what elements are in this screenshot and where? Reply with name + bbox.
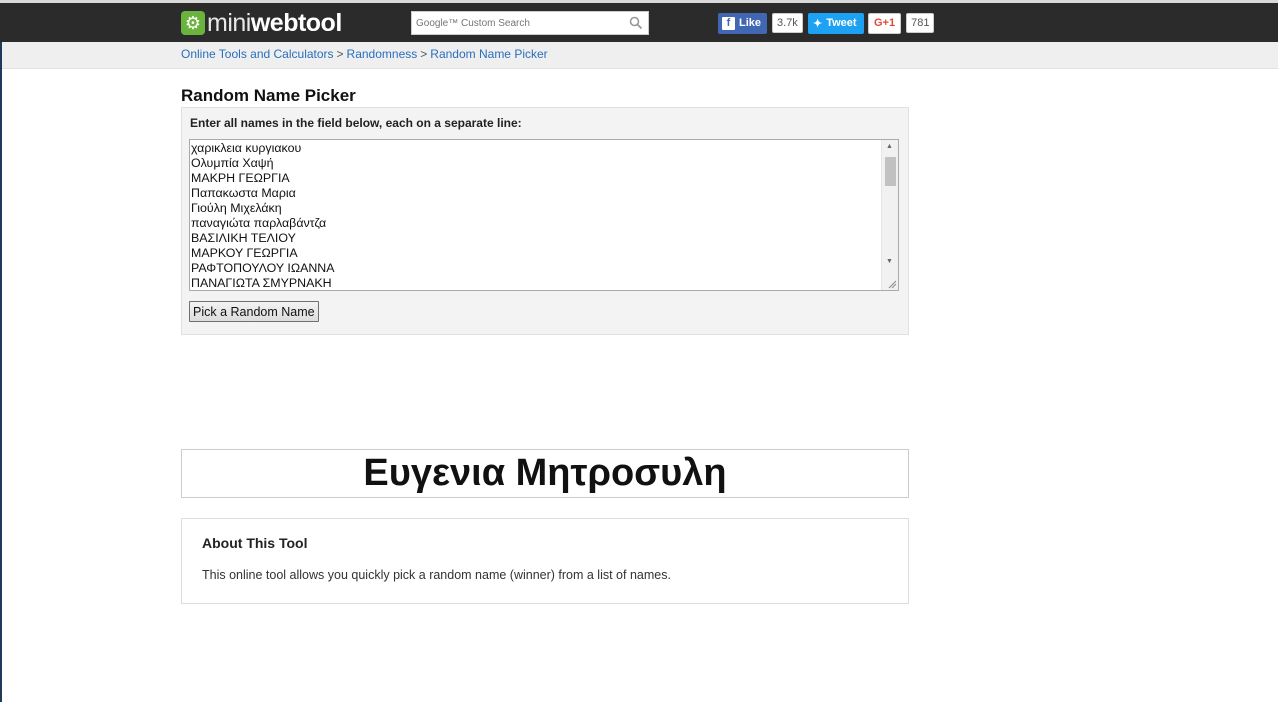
name-line: Ολυμπία Χαψή [191,156,274,170]
scroll-up-arrow-icon[interactable]: ▲ [886,143,893,150]
names-field-label: Enter all names in the field below, each… [190,116,522,130]
twitter-icon: ✦ [813,17,823,30]
facebook-like-button[interactable]: f Like [718,12,768,34]
facebook-like-count: 3.7k [772,13,803,33]
search-input[interactable] [412,12,624,34]
top-navbar: ⚙ mini webtool f Like 3.7k ✦ Tweet G+1 7… [0,0,1278,42]
name-line: ΡΑΦΤΟΠΟΥΛΟΥ ΙΩΑΝΝΑ [191,261,335,275]
picked-name: Ευγενια Μητροσυλη [363,452,727,494]
breadcrumb-separator: > [420,47,428,61]
name-line: χαρικλεια κυργιακου [191,141,302,155]
search-box [411,11,649,35]
googleplus-group: G+1 781 [868,12,935,34]
googleplus-button[interactable]: G+1 [868,12,902,34]
result-box: Ευγενια Μητροσυλη [181,449,909,498]
scrollbar-thumb[interactable] [885,157,896,186]
about-title: About This Tool [202,535,308,551]
name-line: παναγιώτα παρλαβάντζα [191,216,327,230]
search-icon[interactable] [629,16,643,30]
tweet-button[interactable]: ✦ Tweet [808,12,864,34]
breadcrumb-bar: Online Tools and Calculators > Randomness >… [0,42,1278,69]
breadcrumb-randomness[interactable]: Randomness [347,47,418,61]
breadcrumb: Online Tools and Calculators > Randomness >… [181,47,548,61]
about-text: This online tool allows you quickly pick… [202,568,671,582]
name-line: ΒΑΣΙΛΙΚΗ ΤΕΛΙΟΥ [191,231,296,245]
facebook-icon: f [722,16,735,30]
scroll-down-arrow-icon[interactable]: ▼ [886,258,893,265]
names-list: χαρικλεια κυργιακου Ολυμπία Χαψή ΜΑΚΡΗ ΓΕΩ… [190,140,898,290]
logo-text-light: mini [207,8,251,37]
name-line: ΜΑΡΚΟΥ ΓΕΩΡΓΙΑ [191,246,298,260]
pick-random-name-button[interactable]: Pick a Random Name [189,301,319,322]
names-textarea[interactable]: χαρικλεια κυργιακου Ολυμπία Χαψή ΜΑΚΡΗ ΓΕΩ… [189,139,899,291]
page-title: Random Name Picker [181,86,356,105]
googleplus-count: 781 [906,13,935,33]
name-line: Παπακωστα Μαρια [191,186,296,200]
googleplus-label: G+1 [874,17,896,29]
textarea-scrollbar[interactable]: ▲ ▼ [881,140,898,290]
breadcrumb-random-name-picker[interactable]: Random Name Picker [430,47,547,61]
resize-grip-icon[interactable] [887,279,897,289]
site-logo[interactable]: ⚙ mini webtool [181,8,342,37]
facebook-like-label: Like [739,17,762,29]
twitter-group: ✦ Tweet [808,12,864,34]
facebook-like-group: f Like 3.7k [718,12,803,34]
window-left-edge [0,42,2,702]
breadcrumb-separator: > [336,47,344,61]
name-line: ΜΑΚΡΗ ΓΕΩΡΓΙΑ [191,171,290,185]
about-section: About This Tool This online tool allows … [181,518,909,604]
logo-text-bold: webtool [250,8,342,37]
gear-icon: ⚙ [181,11,205,35]
breadcrumb-online-tools[interactable]: Online Tools and Calculators [181,47,334,61]
tweet-label: Tweet [826,17,857,29]
name-line: ΠΑΝΑΓΙΩΤΑ ΣΜΥΡΝΑΚΗ [191,276,332,290]
name-picker-form: Enter all names in the field below, each… [181,107,909,335]
name-line: Γιούλη Μιχελάκη [191,201,282,215]
